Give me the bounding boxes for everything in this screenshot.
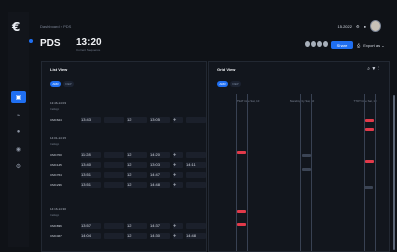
cell: 14:48 bbox=[186, 233, 206, 239]
alert-slot[interactable] bbox=[237, 223, 246, 226]
cell: 13:03 bbox=[150, 162, 170, 168]
cell: 14:20 bbox=[150, 152, 170, 158]
cell: 13:05 bbox=[150, 117, 170, 123]
grid-tools: ⌕ ▼ ⋮ bbox=[367, 66, 379, 72]
cell bbox=[104, 182, 124, 188]
cell bbox=[104, 233, 124, 239]
cell: 12 bbox=[127, 162, 147, 168]
list-view-panel: List View ARR DEP 13:46-14:03 Callsign C… bbox=[41, 61, 207, 252]
cell bbox=[104, 152, 124, 158]
edit-icon[interactable]: ✈ bbox=[173, 152, 183, 158]
status-dot bbox=[29, 39, 33, 43]
list-view-title: List View bbox=[50, 67, 68, 72]
table-header: Callsign bbox=[50, 108, 60, 111]
clock: 13:20 bbox=[76, 37, 102, 48]
grid-view-title: Grid View bbox=[217, 67, 236, 72]
cell: 12 bbox=[127, 223, 147, 229]
cell: 14:11 bbox=[186, 162, 206, 168]
dashboard-nav-icon[interactable]: ▣ bbox=[11, 91, 26, 103]
avatar[interactable] bbox=[370, 20, 381, 32]
cell bbox=[104, 172, 124, 178]
section-label: 13:46-14:03 bbox=[50, 101, 67, 105]
analytics-nav-icon[interactable]: ⌁ bbox=[11, 109, 26, 121]
callsign: CMC700 bbox=[50, 153, 62, 157]
grid-column-right bbox=[364, 94, 376, 251]
cell: 11:28 bbox=[81, 152, 101, 158]
clock-subtitle: Current Sequence bbox=[76, 48, 101, 52]
callsign: CMC145 bbox=[50, 163, 62, 167]
app-logo: € bbox=[12, 20, 21, 34]
grid-arr-tab[interactable]: ARR bbox=[217, 81, 228, 87]
edit-icon[interactable]: ✈ bbox=[173, 182, 183, 188]
print-icon[interactable]: ⎙ bbox=[357, 43, 360, 48]
cell: 14:30 bbox=[150, 233, 170, 239]
cell: 14:47 bbox=[150, 172, 170, 178]
cell: 13:51 bbox=[81, 172, 101, 178]
alert-slot[interactable] bbox=[365, 119, 374, 122]
section-label: 14:01-14:15 bbox=[50, 136, 67, 140]
alert-slot[interactable] bbox=[237, 210, 246, 213]
edit-icon[interactable]: ✈ bbox=[173, 162, 183, 168]
top-right-controls: 15.2022 ⚙ ● bbox=[338, 20, 381, 32]
grid-scrollbar[interactable] bbox=[393, 95, 395, 250]
cell: 12 bbox=[127, 172, 147, 178]
header-actions: ⎙ Export as ⌄ bbox=[357, 43, 385, 48]
cell: 14:37 bbox=[150, 223, 170, 229]
grid-column-middle bbox=[300, 94, 312, 251]
alert-slot[interactable] bbox=[365, 160, 374, 163]
cell: 12 bbox=[127, 152, 147, 158]
cell bbox=[186, 182, 206, 188]
alert-slot[interactable] bbox=[365, 128, 374, 131]
grid-dep-tab[interactable]: DEP bbox=[230, 81, 241, 87]
storage-nav-icon[interactable]: ◉ bbox=[11, 143, 26, 155]
cell: 14:48 bbox=[150, 182, 170, 188]
callsign: CMC236 bbox=[50, 183, 62, 187]
cell: 13:57 bbox=[81, 223, 101, 229]
chat-nav-icon[interactable]: ● bbox=[11, 126, 26, 138]
list-arr-tab[interactable]: ARR bbox=[50, 81, 61, 87]
list-dep-tab[interactable]: DEP bbox=[63, 81, 74, 87]
section-label: 14:16-14:30 bbox=[50, 207, 67, 211]
cell: 12 bbox=[127, 182, 147, 188]
page-title: PDS bbox=[40, 38, 61, 49]
settings-icon[interactable]: ⚙ bbox=[356, 24, 360, 29]
edit-icon[interactable]: ✈ bbox=[173, 172, 183, 178]
date-label: 15.2022 bbox=[337, 23, 352, 29]
cell bbox=[104, 162, 124, 168]
edit-icon[interactable]: ✈ bbox=[173, 223, 183, 229]
cell bbox=[186, 117, 206, 123]
callsign: CMC624 bbox=[50, 118, 62, 122]
cell bbox=[186, 223, 206, 229]
cell bbox=[104, 117, 124, 123]
table-header: Callsign bbox=[50, 143, 60, 146]
edit-icon[interactable]: ✈ bbox=[173, 233, 183, 239]
callsign: CMC836 bbox=[50, 224, 62, 228]
cell: 13:40 bbox=[81, 162, 101, 168]
cell bbox=[104, 223, 124, 229]
cell: 13:43 bbox=[81, 117, 101, 123]
breadcrumb[interactable]: Dashboard › PDS bbox=[40, 24, 71, 29]
callsign: CMC764 bbox=[50, 173, 62, 177]
cell: 12 bbox=[127, 233, 147, 239]
cell: 12 bbox=[127, 117, 147, 123]
grid-column-left bbox=[236, 94, 248, 251]
cell bbox=[186, 172, 206, 178]
collaborator-avatars bbox=[305, 41, 328, 47]
callsign: CMC467 bbox=[50, 234, 62, 238]
share-button[interactable]: Share bbox=[331, 41, 353, 49]
settings-nav-icon[interactable]: ⚙ bbox=[11, 160, 26, 172]
schedule-slot[interactable] bbox=[364, 186, 373, 189]
sidebar: € ▣ ⌁ ● ◉ ⚙ bbox=[8, 12, 29, 247]
cell: 14:04 bbox=[81, 233, 101, 239]
cell: 13:51 bbox=[81, 182, 101, 188]
notification-icon[interactable]: ● bbox=[364, 24, 366, 29]
cell bbox=[186, 152, 206, 158]
alert-slot[interactable] bbox=[237, 151, 246, 154]
schedule-slot[interactable] bbox=[302, 168, 311, 171]
edit-icon[interactable]: ✈ bbox=[173, 117, 183, 123]
export-menu[interactable]: Export as ⌄ bbox=[363, 43, 384, 48]
schedule-slot[interactable] bbox=[302, 154, 311, 157]
table-header: Callsign bbox=[50, 214, 60, 217]
